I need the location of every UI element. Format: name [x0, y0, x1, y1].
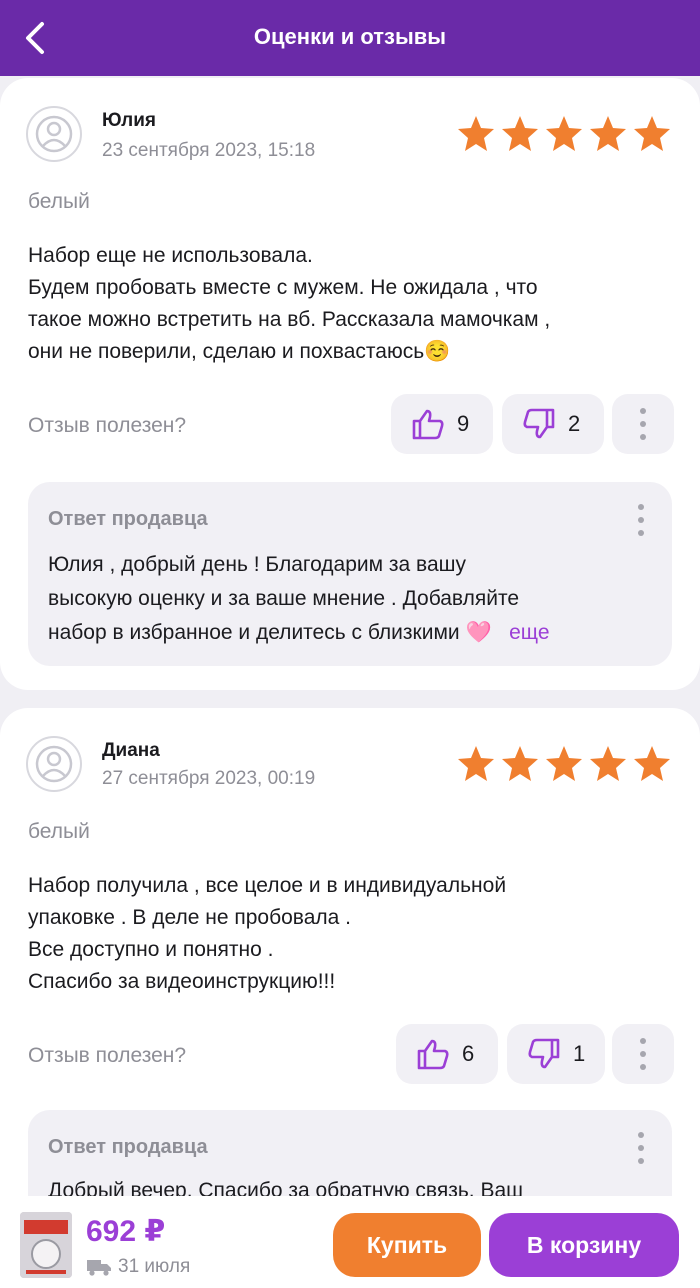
- app-header: Оценки и отзывы: [0, 0, 700, 76]
- review-text: Набор еще не использовала. Будем пробова…: [28, 244, 551, 363]
- thumbs-up-icon: [412, 409, 444, 440]
- star-icon: [546, 746, 582, 781]
- star-icon: [546, 116, 582, 151]
- like-count: 6: [462, 1041, 475, 1066]
- seller-reply-title: Ответ продавца: [48, 508, 208, 530]
- thumbs-down-icon: [528, 1038, 560, 1069]
- avatar-icon: [26, 736, 82, 792]
- review-date: 27 сентября 2023, 00:19: [102, 768, 316, 789]
- more-vertical-icon: [640, 1038, 646, 1070]
- seller-reply-title: Ответ продавца: [48, 1136, 208, 1158]
- avatar-icon: [26, 106, 82, 162]
- review-date: 23 сентября 2023, 15:18: [102, 140, 316, 161]
- purchase-bar: 692 ₽ 31 июля Купить В корзину: [0, 1196, 700, 1288]
- like-button[interactable]: 9: [391, 394, 493, 454]
- like-button[interactable]: 6: [396, 1024, 498, 1084]
- rating-stars: [456, 744, 674, 784]
- review-variant: белый: [28, 190, 90, 213]
- star-icon: [590, 116, 626, 151]
- star-icon: [458, 116, 494, 151]
- dislike-count: 1: [573, 1041, 586, 1066]
- helpful-label: Отзыв полезен?: [28, 414, 187, 437]
- review-author: Диана: [102, 740, 160, 761]
- more-vertical-icon[interactable]: [638, 504, 644, 536]
- star-icon: [634, 116, 670, 151]
- truck-icon: [87, 1259, 111, 1276]
- review-card: Диана 27 сентября 2023, 00:19 белый Набо…: [0, 708, 700, 1230]
- seller-reply-text: Юлия , добрый день ! Благодарим за вашу …: [48, 553, 550, 644]
- star-icon: [502, 116, 538, 151]
- review-author: Юлия: [102, 110, 156, 131]
- review-text: Набор получила , все целое и в индивидуа…: [28, 874, 507, 993]
- review-more-button[interactable]: [612, 394, 674, 454]
- show-more-link[interactable]: еще: [509, 621, 549, 644]
- star-icon: [458, 746, 494, 781]
- page-title: Оценки и отзывы: [253, 24, 447, 49]
- product-thumbnail[interactable]: [20, 1212, 72, 1278]
- dislike-count: 2: [568, 411, 581, 436]
- star-icon: [634, 746, 670, 781]
- add-to-cart-button[interactable]: В корзину: [489, 1213, 679, 1277]
- helpful-label: Отзыв полезен?: [28, 1044, 187, 1067]
- dislike-button[interactable]: 1: [507, 1024, 605, 1084]
- star-icon: [502, 746, 538, 781]
- review-variant: белый: [28, 820, 90, 843]
- like-count: 9: [457, 411, 470, 436]
- more-vertical-icon: [640, 408, 646, 440]
- thumbs-up-icon: [417, 1039, 449, 1070]
- thumbs-down-icon: [523, 408, 555, 439]
- buy-button[interactable]: Купить: [333, 1213, 481, 1277]
- rating-stars: [456, 114, 674, 154]
- product-price: 692 ₽: [86, 1215, 166, 1248]
- review-card: Юлия 23 сентября 2023, 15:18 белый Набор…: [0, 78, 700, 690]
- star-icon: [590, 746, 626, 781]
- delivery-date: 31 июля: [118, 1256, 191, 1277]
- seller-reply: Ответ продавца Юлия , добрый день ! Благ…: [28, 482, 672, 666]
- review-more-button[interactable]: [612, 1024, 674, 1084]
- delivery-info: 31 июля: [86, 1256, 190, 1278]
- dislike-button[interactable]: 2: [502, 394, 604, 454]
- more-vertical-icon[interactable]: [638, 1132, 644, 1164]
